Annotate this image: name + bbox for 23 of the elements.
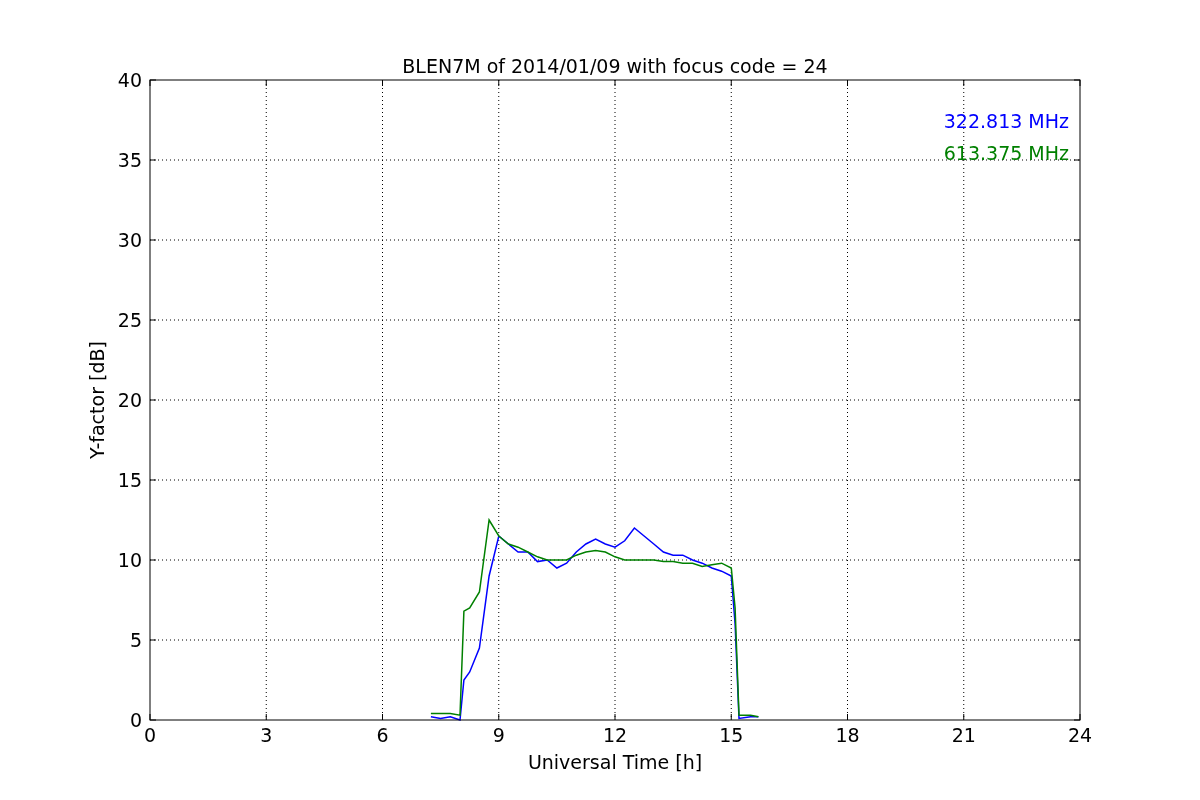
tick-label: 6 <box>376 724 389 746</box>
chart-title: BLEN7M of 2014/01/09 with focus code = 24 <box>402 55 828 77</box>
tick-label: 15 <box>719 724 744 746</box>
tick-label: 21 <box>951 724 976 746</box>
tick-label: 3 <box>260 724 273 746</box>
tick-label: 35 <box>117 149 142 171</box>
axis-label: Y-factor [dB] <box>86 341 108 459</box>
tick-label: 24 <box>1067 724 1093 746</box>
tick-label: 18 <box>835 724 860 746</box>
legend-label: 613.375 MHz <box>943 142 1069 164</box>
tick-label: 10 <box>117 549 142 571</box>
legend-label: 322.813 MHz <box>943 110 1069 132</box>
tick-label: 12 <box>602 724 628 746</box>
tick-label: 5 <box>129 629 142 651</box>
tick-label: 0 <box>129 709 142 731</box>
tick-label: 30 <box>117 229 142 251</box>
tick-label: 25 <box>117 309 142 331</box>
tick-label: 0 <box>143 724 157 746</box>
tick-label: 15 <box>117 469 142 491</box>
axis-label: Universal Time [h] <box>527 751 703 773</box>
tick-label: 20 <box>117 389 142 411</box>
tick-label: 9 <box>492 724 505 746</box>
tick-label: 40 <box>117 69 142 91</box>
